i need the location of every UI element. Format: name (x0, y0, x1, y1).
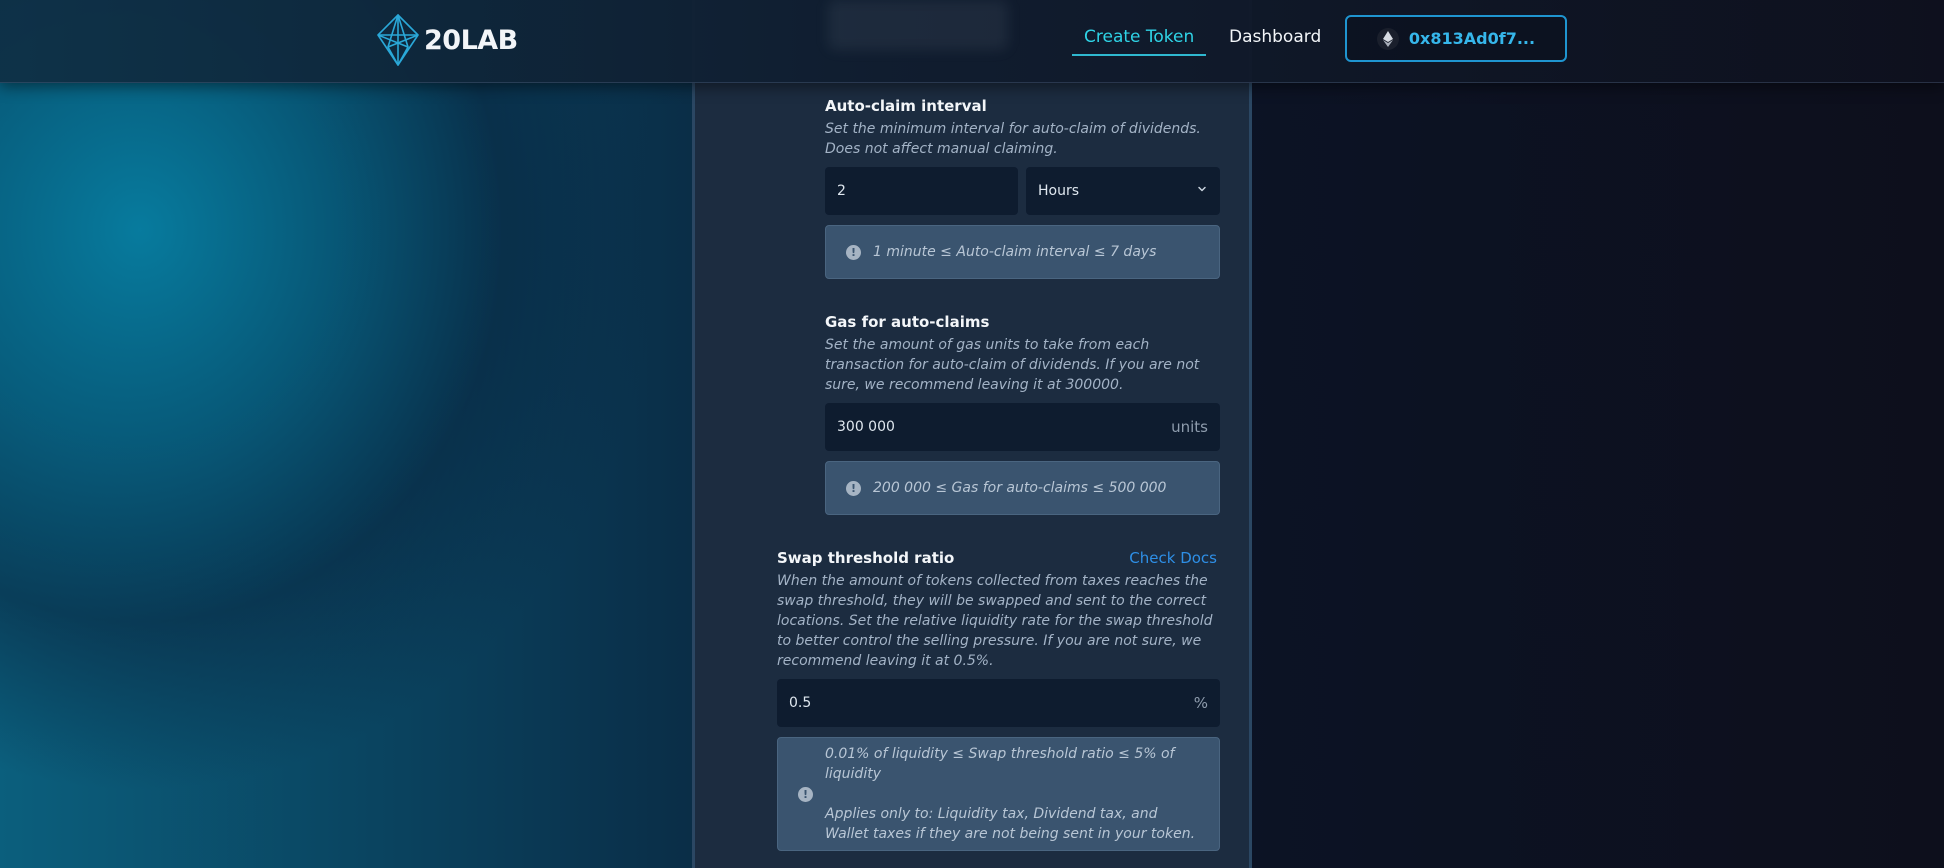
auto-claim-interval-value[interactable] (837, 183, 1006, 199)
auto-claim-interval-input[interactable] (825, 167, 1018, 215)
top-navbar: 20LAB Create Token Dashboard 0x813Ad0f7.… (0, 0, 1944, 83)
gas-hint: ! 200 000 ≤ Gas for auto-claims ≤ 500 00… (825, 461, 1220, 515)
chevron-down-icon (1196, 183, 1208, 199)
ethereum-icon (1376, 27, 1399, 50)
auto-claim-hint-text: 1 minute ≤ Auto-claim interval ≤ 7 days (873, 244, 1157, 260)
blurred-background-element (828, 0, 1008, 50)
gas-hint-text: 200 000 ≤ Gas for auto-claims ≤ 500 000 (873, 480, 1167, 496)
swap-description: When the amount of tokens collected from… (777, 573, 1213, 669)
exclamation-circle-icon: ! (798, 786, 813, 802)
diamond-logo-icon (376, 13, 420, 67)
auto-claim-unit-value: Hours (1038, 183, 1080, 199)
gas-description: Set the amount of gas units to take from… (825, 337, 1200, 393)
gas-title: Gas for auto-claims (825, 313, 990, 331)
auto-claim-description: Set the minimum interval for auto-claim … (825, 121, 1201, 157)
check-docs-link[interactable]: Check Docs (1129, 549, 1217, 567)
nav-create-token[interactable]: Create Token (1072, 24, 1207, 56)
gas-value[interactable] (837, 419, 1172, 435)
auto-claim-title: Auto-claim interval (825, 97, 987, 115)
swap-hint: ! 0.01% of liquidity ≤ Swap threshold ra… (777, 737, 1220, 851)
swap-hint-applies: Applies only to: Liquidity tax, Dividend… (825, 806, 1196, 842)
swap-hint-range: 0.01% of liquidity ≤ Swap threshold rati… (825, 746, 1175, 782)
swap-threshold-value[interactable] (789, 695, 1194, 711)
wallet-button[interactable]: 0x813Ad0f7... (1345, 15, 1567, 62)
form-panel: Auto-claim interval Set the minimum inte… (692, 0, 1252, 868)
nav-dashboard[interactable]: Dashboard (1229, 24, 1321, 54)
swap-threshold-input[interactable]: % (777, 679, 1220, 727)
auto-claim-hint: ! 1 minute ≤ Auto-claim interval ≤ 7 day… (825, 225, 1220, 279)
auto-claim-unit-select[interactable]: Hours (1026, 167, 1220, 215)
gas-input[interactable]: units (825, 403, 1220, 451)
wallet-address: 0x813Ad0f7... (1408, 29, 1536, 48)
exclamation-circle-icon: ! (846, 480, 861, 496)
logo[interactable]: 20LAB (376, 12, 518, 68)
gas-unit-suffix: units (1171, 418, 1208, 436)
exclamation-circle-icon: ! (846, 244, 861, 260)
logo-text: 20LAB (424, 24, 518, 56)
swap-percent-suffix: % (1193, 694, 1208, 712)
swap-title: Swap threshold ratio (777, 549, 955, 567)
